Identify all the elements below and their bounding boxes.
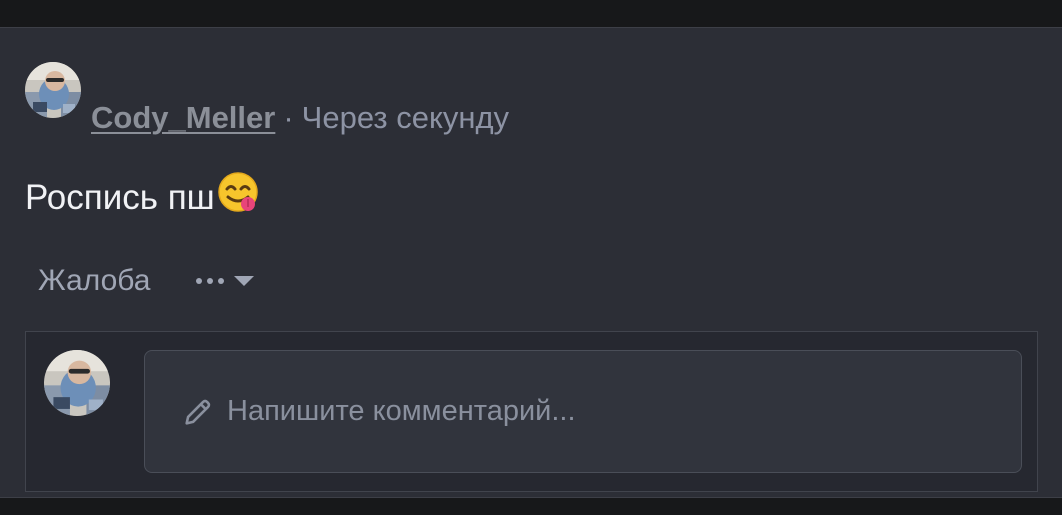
comment-placeholder: Напишите комментарий...	[227, 395, 576, 427]
face-savoring-food-emoji-icon	[217, 171, 261, 224]
more-dots-icon	[196, 278, 225, 284]
post-body: Роспись пш	[25, 171, 261, 224]
post-timestamp: Через секунду	[301, 100, 510, 135]
post-actions: Жалоба	[38, 260, 255, 302]
post-text: Роспись пш	[25, 177, 215, 217]
report-link[interactable]: Жалоба	[38, 264, 150, 298]
comment-composer: Напишите комментарий...	[25, 331, 1038, 492]
author-avatar-image	[25, 62, 81, 118]
current-user-avatar-image	[44, 350, 110, 416]
caret-down-icon	[234, 276, 255, 286]
author-username-link[interactable]: Cody_Meller	[91, 100, 275, 136]
author-avatar[interactable]	[25, 62, 81, 118]
pencil-icon	[185, 399, 211, 425]
current-user-avatar[interactable]	[44, 350, 110, 416]
post-card: Cody_Meller · Через секунду Роспись пш Ж…	[0, 27, 1062, 498]
top-bar	[0, 0, 1062, 27]
meta-separator: ·	[283, 100, 294, 135]
more-menu-button[interactable]	[196, 276, 255, 286]
bottom-bar	[0, 498, 1062, 515]
comment-input[interactable]: Напишите комментарий...	[144, 350, 1022, 473]
post-meta: Cody_Meller · Через секунду	[91, 98, 509, 138]
